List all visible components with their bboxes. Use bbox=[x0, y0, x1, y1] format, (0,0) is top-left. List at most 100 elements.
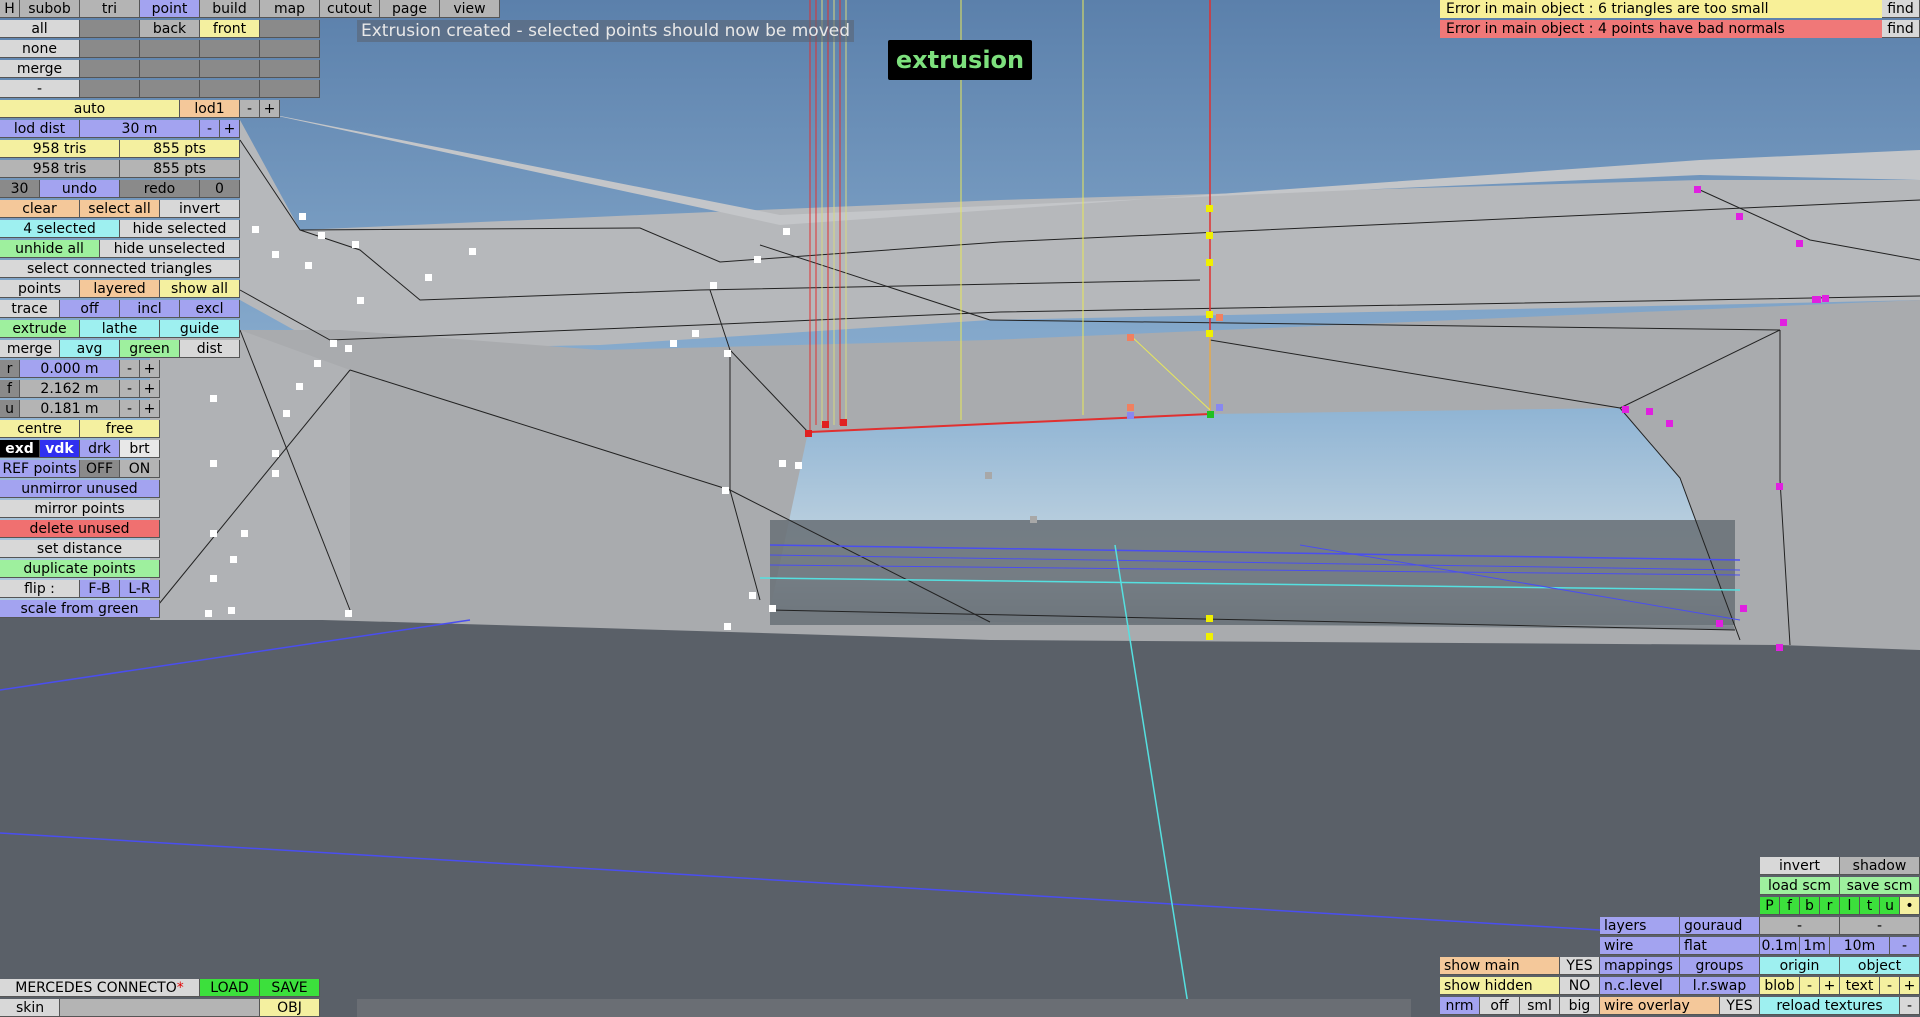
trace-button[interactable]: trace bbox=[0, 300, 60, 318]
find-small-triangles-button[interactable]: find bbox=[1882, 0, 1920, 18]
shadow-button[interactable]: shadow bbox=[1840, 857, 1920, 875]
r-minus-button[interactable]: - bbox=[120, 360, 140, 378]
skin-button[interactable]: skin bbox=[0, 999, 60, 1017]
view-slot-8[interactable] bbox=[140, 60, 200, 78]
layer-b-button[interactable]: b bbox=[1800, 897, 1820, 915]
blob-button[interactable]: blob bbox=[1760, 977, 1800, 995]
view-dash-button[interactable]: - bbox=[0, 80, 80, 98]
view-back-button[interactable]: back bbox=[140, 20, 200, 38]
tab-view[interactable]: view bbox=[440, 0, 500, 18]
view-slot-9[interactable] bbox=[200, 60, 260, 78]
r-plus-button[interactable]: + bbox=[140, 360, 160, 378]
ref-on-button[interactable]: ON bbox=[120, 460, 160, 478]
view-slot-7[interactable] bbox=[80, 60, 140, 78]
view-slot-2[interactable] bbox=[260, 20, 320, 38]
free-button[interactable]: free bbox=[80, 420, 160, 438]
obj-button[interactable]: OBJ bbox=[260, 999, 320, 1017]
wire-overlay-toggle[interactable]: YES bbox=[1720, 997, 1760, 1015]
layers-button[interactable]: layers bbox=[1600, 917, 1680, 935]
layer-f-button[interactable]: f bbox=[1780, 897, 1800, 915]
object-name[interactable]: MERCEDES CONNECTO* bbox=[0, 979, 200, 997]
normals-nrm-button[interactable]: nrm bbox=[1440, 997, 1480, 1015]
lod-plus-button[interactable]: + bbox=[260, 100, 280, 118]
lathe-button[interactable]: lathe bbox=[80, 320, 160, 338]
lod1-button[interactable]: lod1 bbox=[180, 100, 240, 118]
flip-lr-button[interactable]: L-R bbox=[120, 580, 160, 598]
normals-sml-button[interactable]: sml bbox=[1520, 997, 1560, 1015]
grid-scale-minus-button[interactable]: - bbox=[1890, 937, 1920, 955]
lod-minus-button[interactable]: - bbox=[240, 100, 260, 118]
lr-swap-button[interactable]: l.r.swap bbox=[1680, 977, 1760, 995]
invert-selection-button[interactable]: invert bbox=[160, 200, 240, 218]
clear-button[interactable]: clear bbox=[0, 200, 80, 218]
show-hidden-toggle[interactable]: NO bbox=[1560, 977, 1600, 995]
dash-button-1[interactable]: - bbox=[1760, 917, 1840, 935]
view-merge-button[interactable]: merge bbox=[0, 60, 80, 78]
show-all-button[interactable]: show all bbox=[160, 280, 240, 298]
blob-plus-button[interactable]: + bbox=[1820, 977, 1840, 995]
undo-button[interactable]: undo bbox=[40, 180, 120, 198]
merge-green-button[interactable]: green bbox=[120, 340, 180, 358]
flip-fb-button[interactable]: F-B bbox=[80, 580, 120, 598]
trace-excl-button[interactable]: excl bbox=[180, 300, 240, 318]
mappings-button[interactable]: mappings bbox=[1600, 957, 1680, 975]
merge-dist-button[interactable]: dist bbox=[180, 340, 240, 358]
skin-field[interactable] bbox=[60, 999, 260, 1017]
normals-off-button[interactable]: off bbox=[1480, 997, 1520, 1015]
flat-button[interactable]: flat bbox=[1680, 937, 1760, 955]
groups-button[interactable]: groups bbox=[1680, 957, 1760, 975]
grid-scale-1m-button[interactable]: 1m bbox=[1800, 937, 1830, 955]
reload-textures-minus-button[interactable]: - bbox=[1900, 997, 1920, 1015]
exd-button[interactable]: exd bbox=[0, 440, 40, 458]
text-plus-button[interactable]: + bbox=[1900, 977, 1920, 995]
layer-r-button[interactable]: r bbox=[1820, 897, 1840, 915]
points-mode-button[interactable]: points bbox=[0, 280, 80, 298]
mirror-points-button[interactable]: mirror points bbox=[0, 500, 160, 518]
tab-map[interactable]: map bbox=[260, 0, 320, 18]
merge-avg-button[interactable]: avg bbox=[60, 340, 120, 358]
text-size-button[interactable]: text bbox=[1840, 977, 1880, 995]
select-all-button[interactable]: select all bbox=[80, 200, 160, 218]
trace-off-button[interactable]: off bbox=[60, 300, 120, 318]
tab-point[interactable]: point bbox=[140, 0, 200, 18]
extrude-button[interactable]: extrude bbox=[0, 320, 80, 338]
u-minus-button[interactable]: - bbox=[120, 400, 140, 418]
load-button[interactable]: LOAD bbox=[200, 979, 260, 997]
select-connected-triangles-button[interactable]: select connected triangles bbox=[0, 260, 240, 278]
3d-viewport[interactable] bbox=[0, 0, 1920, 1017]
unmirror-unused-button[interactable]: unmirror unused bbox=[0, 480, 160, 498]
reload-textures-button[interactable]: reload textures bbox=[1760, 997, 1900, 1015]
nc-level-button[interactable]: n.c.level bbox=[1600, 977, 1680, 995]
normals-big-button[interactable]: big bbox=[1560, 997, 1600, 1015]
f-minus-button[interactable]: - bbox=[120, 380, 140, 398]
grid-scale-01m-button[interactable]: 0.1m bbox=[1760, 937, 1800, 955]
ref-off-button[interactable]: OFF bbox=[80, 460, 120, 478]
view-slot-1[interactable] bbox=[80, 20, 140, 38]
duplicate-points-button[interactable]: duplicate points bbox=[0, 560, 160, 578]
merge-points-button[interactable]: merge bbox=[0, 340, 60, 358]
drk-button[interactable]: drk bbox=[80, 440, 120, 458]
invert-view-button[interactable]: invert bbox=[1760, 857, 1840, 875]
hide-selected-button[interactable]: hide selected bbox=[120, 220, 240, 238]
delete-unused-button[interactable]: delete unused bbox=[0, 520, 160, 538]
tab-h[interactable]: H bbox=[0, 0, 20, 18]
lod-auto-button[interactable]: auto bbox=[0, 100, 180, 118]
view-slot-11[interactable] bbox=[80, 80, 140, 98]
lod-dist-plus-button[interactable]: + bbox=[220, 120, 240, 138]
layered-button[interactable]: layered bbox=[80, 280, 160, 298]
grid-scale-10m-button[interactable]: 10m bbox=[1830, 937, 1890, 955]
layer-dot-button[interactable]: • bbox=[1900, 897, 1920, 915]
save-button[interactable]: SAVE bbox=[260, 979, 320, 997]
centre-button[interactable]: centre bbox=[0, 420, 80, 438]
u-plus-button[interactable]: + bbox=[140, 400, 160, 418]
tab-build[interactable]: build bbox=[200, 0, 260, 18]
tab-tri[interactable]: tri bbox=[80, 0, 140, 18]
guide-button[interactable]: guide bbox=[160, 320, 240, 338]
view-front-button[interactable]: front bbox=[200, 20, 260, 38]
layer-u-button[interactable]: u bbox=[1880, 897, 1900, 915]
layer-t-button[interactable]: t bbox=[1860, 897, 1880, 915]
layer-p-button[interactable]: P bbox=[1760, 897, 1780, 915]
blob-minus-button[interactable]: - bbox=[1800, 977, 1820, 995]
vdk-button[interactable]: vdk bbox=[40, 440, 80, 458]
set-distance-button[interactable]: set distance bbox=[0, 540, 160, 558]
